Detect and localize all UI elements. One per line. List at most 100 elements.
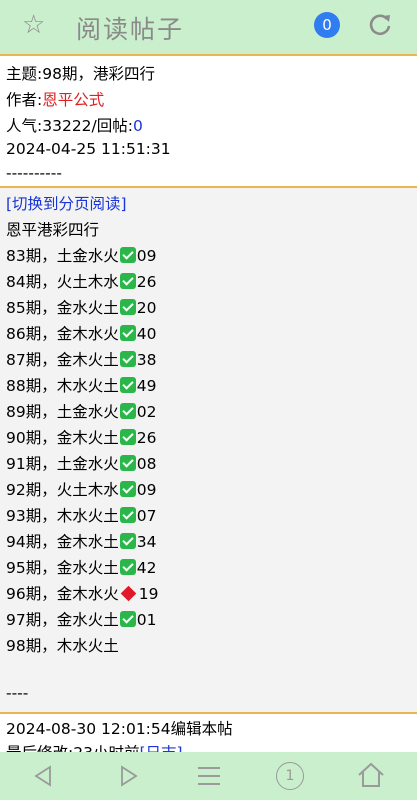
period-label: 98期，: [6, 637, 57, 655]
result-number: 38: [136, 351, 157, 369]
period-label: 89期，: [6, 403, 57, 421]
check-icon: [119, 299, 136, 315]
notification-badge[interactable]: 0: [314, 12, 340, 38]
subject-line: 主题:98期，港彩四行: [6, 62, 155, 84]
period-label: 97期，: [6, 611, 57, 629]
list-item: 84期，火土木水 26: [6, 270, 156, 292]
diamond-icon: [120, 585, 137, 602]
list-item: 87期，金木火土 38: [6, 348, 156, 370]
top-bar: ☆ 阅读帖子 0: [0, 0, 417, 56]
author-link[interactable]: 恩平公式: [42, 91, 104, 109]
period-label: 94期，: [6, 533, 57, 551]
page-icon[interactable]: 1: [276, 762, 304, 790]
result-number: 26: [136, 273, 157, 291]
post-meta: 主题:98期，港彩四行 作者:恩平公式 人气:33222/回帖:0 2024-0…: [0, 56, 417, 188]
elements-text: 金木水火: [56, 585, 119, 603]
period-label: 91期，: [6, 455, 57, 473]
result-number: 09: [136, 247, 157, 265]
result-number: 20: [136, 299, 157, 317]
list-item: 93期，木水火土 07: [6, 504, 156, 526]
bottom-nav: 1: [0, 752, 417, 800]
elements-text: 土金水火: [56, 247, 119, 265]
replies-label: /回帖:: [91, 117, 133, 135]
check-icon: [119, 507, 136, 523]
elements-text: 金木水火: [56, 325, 119, 343]
list-item: 98期，木水火土: [6, 634, 119, 656]
list-item: 83期，土金水火 09: [6, 244, 156, 266]
elements-text: 木水火土: [56, 507, 119, 525]
period-label: 83期，: [6, 247, 57, 265]
check-icon: [119, 351, 136, 367]
list-item: 96期，金木水火 19: [6, 582, 158, 604]
list-item: 85期，金水火土 20: [6, 296, 156, 318]
elements-text: 金水火土: [56, 611, 119, 629]
menu-icon[interactable]: [196, 764, 222, 788]
list-item: 91期，土金水火 08: [6, 452, 156, 474]
home-icon[interactable]: [356, 760, 386, 790]
star-icon[interactable]: ☆: [22, 10, 45, 40]
post-datetime: 2024-04-25 11:51:31: [6, 140, 171, 158]
refresh-icon[interactable]: [366, 10, 394, 38]
period-label: 93期，: [6, 507, 57, 525]
list-item: 92期，火土木水 09: [6, 478, 156, 500]
elements-text: 土金水火: [56, 455, 119, 473]
separator: ----------: [6, 164, 62, 182]
elements-text: 金木火土: [56, 351, 119, 369]
back-icon[interactable]: [32, 764, 56, 788]
check-icon: [119, 247, 136, 263]
list-item: 86期，金木水火 40: [6, 322, 156, 344]
result-number: 08: [136, 455, 157, 473]
check-icon: [119, 455, 136, 471]
elements-text: 木水火土: [56, 377, 119, 395]
result-number: 42: [136, 559, 157, 577]
period-label: 88期，: [6, 377, 57, 395]
list-item: 97期，金水火土 01: [6, 608, 156, 630]
period-label: 86期，: [6, 325, 57, 343]
elements-text: 木水火土: [56, 637, 119, 655]
result-number: 49: [136, 377, 157, 395]
result-number: 26: [136, 429, 157, 447]
elements-text: 金水火土: [56, 299, 119, 317]
check-icon: [119, 533, 136, 549]
result-number: 01: [136, 611, 157, 629]
popularity-label: 人气:: [6, 117, 43, 135]
popularity-line: 人气:33222/回帖:0: [6, 114, 143, 136]
period-label: 92期，: [6, 481, 57, 499]
forward-icon[interactable]: [116, 764, 140, 788]
subject-label: 主题:: [6, 65, 43, 83]
check-icon: [119, 403, 136, 419]
result-number: 07: [136, 507, 157, 525]
edit-info: 2024-08-30 12:01:54编辑本帖: [6, 720, 233, 738]
trailing-separator: ----: [6, 684, 29, 702]
popularity-value: 33222: [42, 117, 92, 135]
content-heading: 恩平港彩四行: [6, 221, 100, 239]
elements-text: 火土木水: [56, 481, 119, 499]
result-number: 40: [136, 325, 157, 343]
list-item: 95期，金水火土 42: [6, 556, 156, 578]
elements-text: 土金水火: [56, 403, 119, 421]
check-icon: [119, 273, 136, 289]
list-item: 90期，金木火土 26: [6, 426, 156, 448]
switch-page-link[interactable]: [切换到分页阅读]: [6, 192, 127, 214]
list-item: 88期，木水火土 49: [6, 374, 156, 396]
result-number: 09: [136, 481, 157, 499]
list-item: 94期，金木水土 34: [6, 530, 156, 552]
check-icon: [119, 429, 136, 445]
period-label: 87期，: [6, 351, 57, 369]
post-footer: 2024-08-30 12:01:54编辑本帖 最后修改:23小时前[日志]: [0, 712, 417, 762]
elements-text: 火土木水: [56, 273, 119, 291]
elements-text: 金木火土: [56, 429, 119, 447]
check-icon: [119, 559, 136, 575]
elements-text: 金水火土: [56, 559, 119, 577]
result-number: 19: [138, 585, 159, 603]
author-label: 作者:: [6, 91, 43, 109]
period-label: 96期，: [6, 585, 57, 603]
check-icon: [119, 481, 136, 497]
page-title: 阅读帖子: [76, 15, 185, 44]
period-label: 85期，: [6, 299, 57, 317]
replies-link[interactable]: 0: [133, 117, 143, 135]
period-label: 84期，: [6, 273, 57, 291]
check-icon: [119, 611, 136, 627]
period-label: 95期，: [6, 559, 57, 577]
subject-text: 98期，港彩四行: [42, 65, 155, 83]
